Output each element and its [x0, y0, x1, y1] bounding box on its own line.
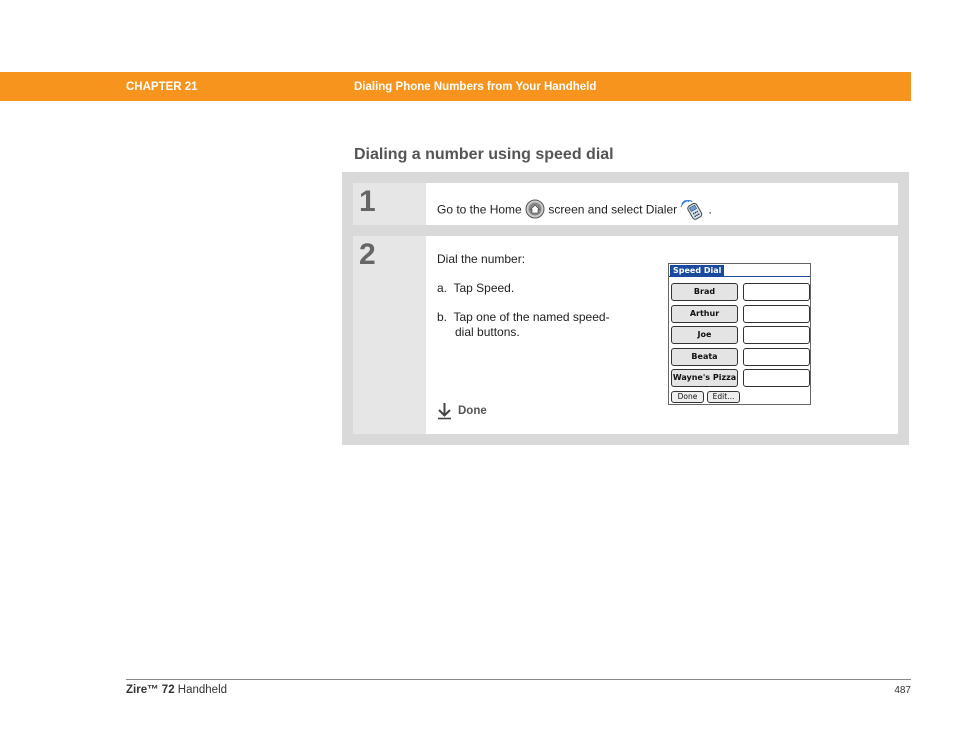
product-model: 72 [161, 684, 175, 696]
home-icon [525, 199, 545, 222]
speed-dial-field [743, 305, 810, 323]
pda-edit-button[interactable]: Edit... [707, 391, 740, 403]
speed-dial-field [743, 348, 810, 366]
section-title: Dialing a number using speed dial [354, 146, 614, 163]
step-body: Dial the number: a. Tap Speed. b. Tap on… [437, 236, 898, 434]
step-intro: Dial the number: [437, 252, 526, 266]
speed-dial-button[interactable]: Joe [671, 326, 738, 344]
step-1: 1 Go to the Home screen and select Diale… [353, 183, 898, 225]
speed-dial-button[interactable]: Wayne's Pizza [671, 369, 738, 387]
substep-a: a. Tap Speed. [437, 281, 515, 295]
speed-dial-row: Arthur [671, 305, 810, 323]
speed-dial-field [743, 369, 810, 387]
step-2: 2 Dial the number: a. Tap Speed. b. Tap … [353, 236, 898, 434]
footer-product: Zire™ 72 Handheld [126, 684, 227, 696]
pda-title: Speed Dial [670, 265, 725, 276]
dialer-icon [680, 198, 708, 223]
done-indicator: Done [437, 402, 487, 420]
speed-dial-screenshot: Speed Dial Brad Arthur Joe Beata Wayne's… [668, 263, 811, 405]
speed-dial-button[interactable]: Brad [671, 283, 738, 301]
pda-title-bar: Speed Dial [669, 264, 810, 277]
step-number: 2 [353, 236, 426, 434]
chapter-number: CHAPTER 21 [126, 81, 198, 93]
speed-dial-field [743, 283, 810, 301]
chapter-header-bar: CHAPTER 21 Dialing Phone Numbers from Yo… [0, 72, 911, 101]
product-prefix: Zire™ [126, 684, 159, 696]
down-arrow-icon [438, 403, 451, 420]
speed-dial-row: Wayne's Pizza [671, 369, 810, 387]
steps-container: 1 Go to the Home screen and select Diale… [342, 172, 909, 445]
pda-done-button[interactable]: Done [671, 391, 704, 403]
step-text: screen and select Dialer [548, 202, 678, 217]
step-number: 1 [353, 183, 426, 225]
substep-b-line1: b. Tap one of the named speed- [437, 310, 610, 324]
page-number: 487 [894, 685, 911, 696]
speed-dial-button[interactable]: Beata [671, 348, 738, 366]
speed-dial-row: Joe [671, 326, 810, 344]
footer-rule [126, 679, 911, 680]
done-label: Done [458, 405, 487, 417]
speed-dial-field [743, 326, 810, 344]
step-text: Go to the Home [437, 202, 522, 217]
step-text: . [708, 202, 712, 217]
speed-dial-button[interactable]: Arthur [671, 305, 738, 323]
product-suffix: Handheld [177, 684, 228, 696]
speed-dial-row: Brad [671, 283, 810, 301]
chapter-title: Dialing Phone Numbers from Your Handheld [354, 81, 597, 93]
step-body: Go to the Home screen and select Dialer [437, 183, 898, 225]
speed-dial-row: Beata [671, 348, 810, 366]
substep-b-line2: dial buttons. [455, 325, 520, 339]
